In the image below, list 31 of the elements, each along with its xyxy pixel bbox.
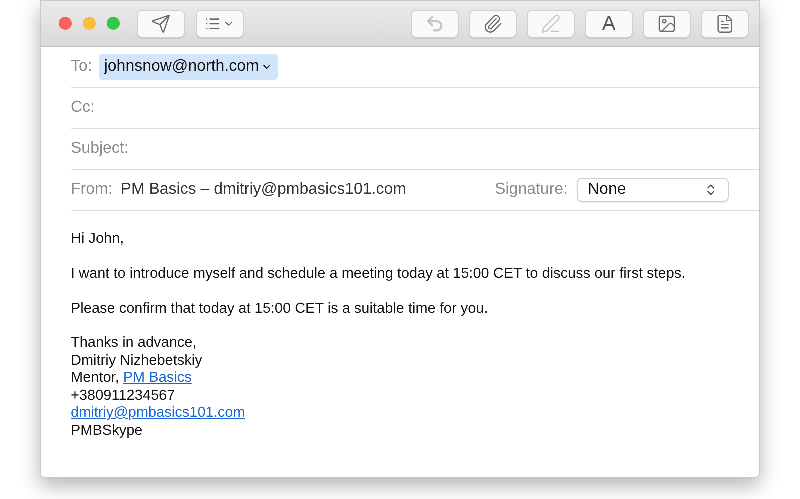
send-button[interactable] [137,10,185,38]
signature-text: Mentor, [71,370,120,388]
signature-label: Signature: [495,180,568,200]
link[interactable]: dmitriy@pmbasics101.com [71,405,246,422]
to-label: To: [71,57,92,77]
photo-icon [657,14,677,34]
signature-text: Dmitriy Nizhebetskiy [71,352,202,370]
message-paragraph: I want to introduce myself and schedule a meeting today at 15:00 CET to discuss our first steps. [71,265,687,283]
paperclip-icon [483,14,503,34]
reply-arrow-icon [425,14,445,34]
signature-text: Thanks in advance, [71,335,197,352]
list-button[interactable] [196,10,244,38]
signature-select[interactable]: None [577,178,729,202]
link[interactable]: PM Basics [123,370,192,388]
attach-button[interactable] [469,10,517,38]
cc-label: Cc: [71,98,95,118]
signature-text: PMBSkype [71,422,143,440]
pen-box-icon [541,14,561,34]
signature-text: +380911234567 [71,388,176,405]
document-icon [715,14,735,34]
photo-button[interactable] [643,10,691,38]
format-button[interactable] [701,10,749,38]
paper-plane-icon [151,14,171,34]
subject-label: Subject: [71,139,129,159]
recipient-token[interactable]: johnsnow@north.com [99,54,278,80]
from-label: From: [71,180,113,200]
from-value[interactable]: PM Basics – dmitriy@pmbasics101.com [120,178,406,202]
list-icon [205,16,221,32]
font-button[interactable]: A [585,10,633,38]
message-paragraph: Hi John, [71,230,126,248]
message-paragraph: Please confirm that today at 15:00 CET is a suitable time for you. [71,300,490,318]
